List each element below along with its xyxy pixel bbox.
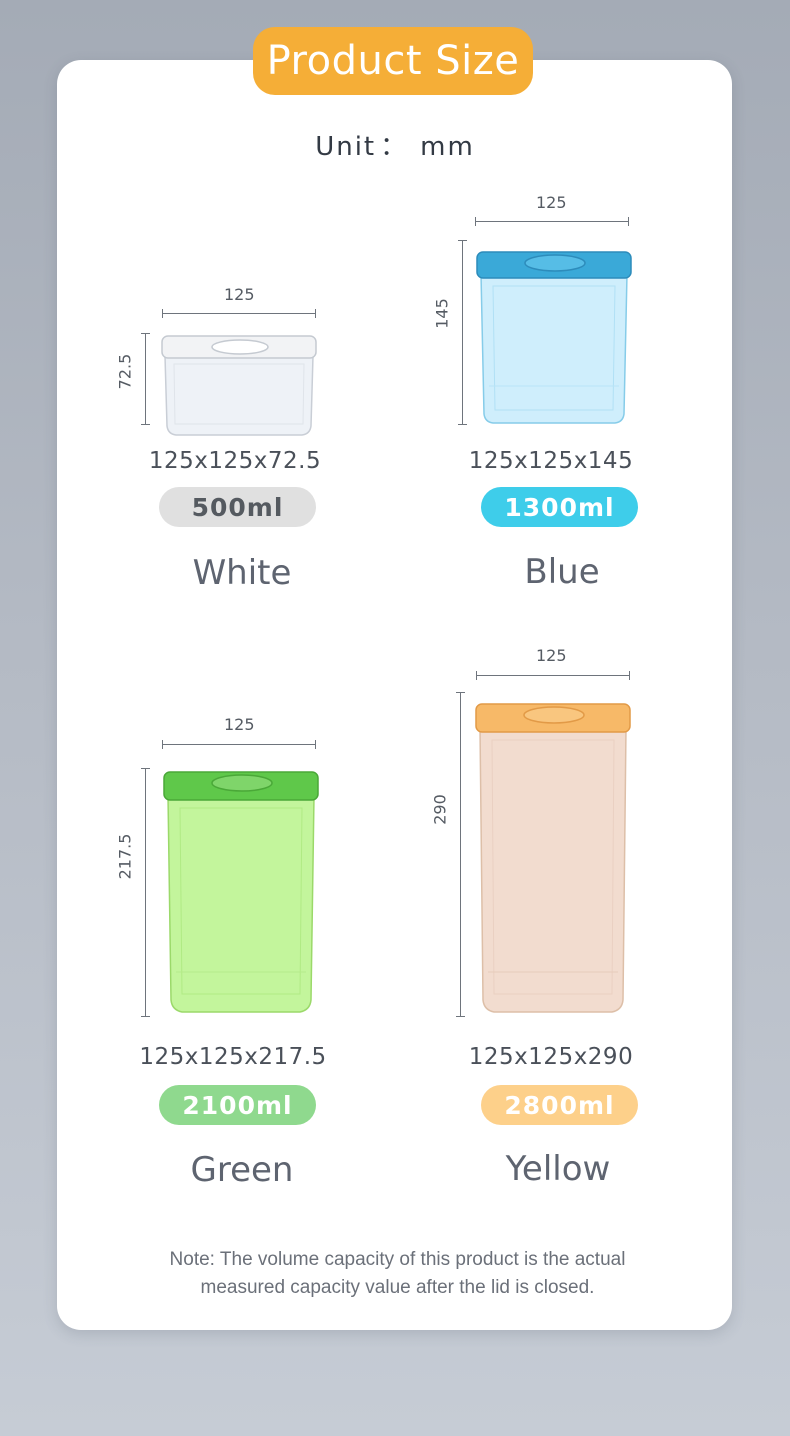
size-dimensions: 125x125x72.5 bbox=[148, 448, 322, 474]
height-dimension-label: 72.5 bbox=[115, 353, 135, 390]
dimension-tick bbox=[162, 740, 163, 749]
dimension-tick bbox=[458, 240, 467, 241]
height-dimension-line bbox=[460, 692, 461, 1016]
height-dimension-label: 145 bbox=[432, 298, 452, 329]
width-dimension-label: 125 bbox=[224, 715, 255, 734]
volume-badge: 2100ml bbox=[159, 1085, 316, 1125]
dimension-tick bbox=[476, 671, 477, 680]
color-name: Green bbox=[190, 1150, 294, 1190]
dimension-tick bbox=[141, 768, 150, 769]
dimension-tick bbox=[458, 424, 467, 425]
width-dimension-line bbox=[162, 313, 315, 314]
dimension-tick bbox=[629, 671, 630, 680]
dimension-tick bbox=[141, 424, 150, 425]
color-name: White bbox=[192, 553, 292, 593]
dimension-tick bbox=[628, 217, 629, 226]
dimension-tick bbox=[315, 309, 316, 318]
width-dimension-line bbox=[476, 675, 629, 676]
height-dimension-label: 217.5 bbox=[115, 833, 135, 880]
unit-value: mm bbox=[420, 132, 475, 162]
dimension-tick bbox=[162, 309, 163, 318]
dimension-tick bbox=[475, 217, 476, 226]
volume-badge: 2800ml bbox=[481, 1085, 638, 1125]
size-dimensions: 125x125x217.5 bbox=[139, 1044, 327, 1070]
yellow-container-image bbox=[475, 703, 631, 1013]
color-name: Yellow bbox=[505, 1149, 611, 1189]
dimension-tick bbox=[456, 692, 465, 693]
white-container-image bbox=[161, 335, 317, 436]
dimension-tick bbox=[456, 1016, 465, 1017]
green-container-image bbox=[163, 771, 319, 1013]
unit-colon: ： bbox=[380, 132, 409, 162]
dimension-tick bbox=[141, 333, 150, 334]
size-dimensions: 125x125x145 bbox=[468, 448, 634, 474]
unit-label-text: Unit bbox=[315, 132, 377, 162]
capacity-note: Note: The volume capacity of this produc… bbox=[169, 1249, 626, 1298]
height-dimension-label: 290 bbox=[430, 794, 450, 825]
height-dimension-line bbox=[145, 768, 146, 1016]
width-dimension-label: 125 bbox=[536, 646, 567, 665]
dimension-tick bbox=[315, 740, 316, 749]
volume-badge: 500ml bbox=[159, 487, 316, 527]
width-dimension-label: 125 bbox=[536, 193, 567, 212]
page-title: Product Size bbox=[253, 27, 533, 95]
width-dimension-label: 125 bbox=[224, 285, 255, 304]
size-dimensions: 125x125x290 bbox=[468, 1044, 634, 1070]
width-dimension-line bbox=[475, 221, 628, 222]
color-name: Blue bbox=[524, 552, 600, 592]
width-dimension-line bbox=[162, 744, 315, 745]
blue-container-image bbox=[476, 251, 632, 424]
height-dimension-line bbox=[462, 240, 463, 424]
volume-badge: 1300ml bbox=[481, 487, 638, 527]
unit-label: Unit： mm bbox=[0, 126, 790, 163]
height-dimension-line bbox=[145, 333, 146, 424]
dimension-tick bbox=[141, 1016, 150, 1017]
